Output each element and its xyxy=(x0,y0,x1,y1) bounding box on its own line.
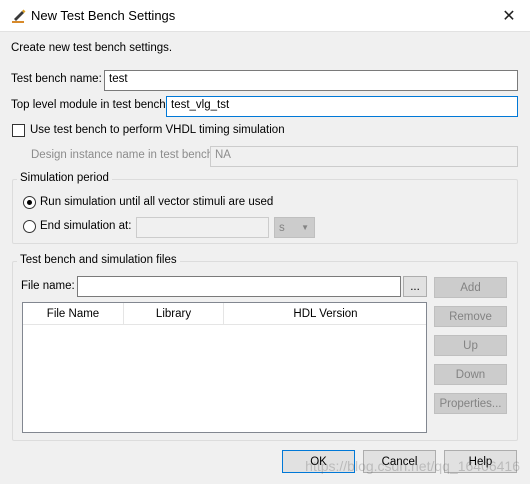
time-unit-dropdown[interactable]: s ▼ xyxy=(274,217,315,238)
remove-button[interactable]: Remove xyxy=(434,306,507,327)
files-group-title: Test bench and simulation files xyxy=(17,254,180,266)
chevron-down-icon: ▼ xyxy=(301,223,309,232)
close-button[interactable]: ✕ xyxy=(488,0,530,32)
design-instance-input[interactable]: NA xyxy=(210,146,518,167)
watermark: https://blog.csdn.net/qq_16406416 xyxy=(305,458,520,474)
run-all-label: Run simulation until all vector stimuli … xyxy=(40,196,274,208)
end-at-radio[interactable] xyxy=(23,220,36,233)
vhdl-timing-label: Use test bench to perform VHDL timing si… xyxy=(30,124,285,136)
top-level-module-input[interactable]: test_vlg_tst xyxy=(166,96,518,117)
window-title: New Test Bench Settings xyxy=(31,8,176,23)
add-button[interactable]: Add xyxy=(434,277,507,298)
vhdl-timing-checkbox[interactable] xyxy=(12,124,25,137)
up-button[interactable]: Up xyxy=(434,335,507,356)
file-name-label: File name: xyxy=(21,280,75,292)
simulation-period-title: Simulation period xyxy=(17,172,112,184)
run-all-radio[interactable] xyxy=(23,196,36,209)
test-bench-name-label: Test bench name: xyxy=(11,73,102,85)
files-list[interactable]: File Name Library HDL Version xyxy=(22,302,427,433)
column-header-library[interactable]: Library xyxy=(124,303,224,325)
close-icon: ✕ xyxy=(502,8,516,25)
design-instance-label: Design instance name in test bench: xyxy=(31,149,217,161)
top-level-module-label: Top level module in test bench: xyxy=(11,99,169,111)
pencil-icon xyxy=(10,7,28,25)
end-time-input[interactable] xyxy=(136,217,269,238)
properties-button[interactable]: Properties... xyxy=(434,393,507,414)
browse-button[interactable]: ... xyxy=(403,276,427,297)
end-at-label: End simulation at: xyxy=(40,220,132,232)
test-bench-name-input[interactable]: test xyxy=(104,70,518,91)
intro-text: Create new test bench settings. xyxy=(11,42,173,54)
title-bar: New Test Bench Settings ✕ xyxy=(0,0,530,32)
file-name-input[interactable] xyxy=(77,276,401,297)
down-button[interactable]: Down xyxy=(434,364,507,385)
column-header-file-name[interactable]: File Name xyxy=(23,303,124,325)
time-unit-value: s xyxy=(279,221,285,234)
files-list-header: File Name Library HDL Version xyxy=(23,303,426,325)
column-header-hdl-version[interactable]: HDL Version xyxy=(224,303,427,325)
